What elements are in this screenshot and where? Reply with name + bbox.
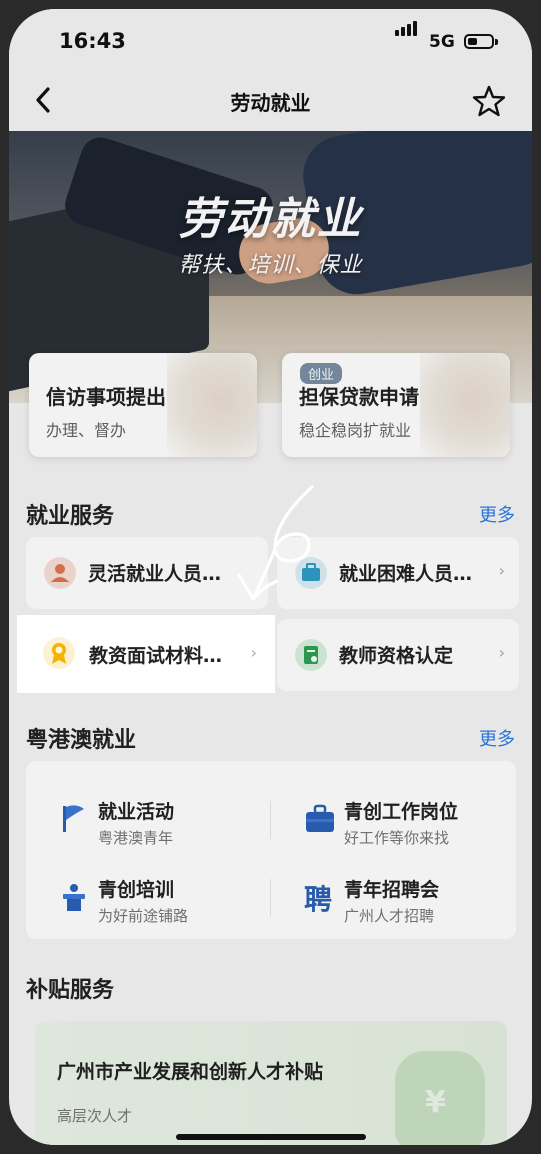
service-label: 教资面试材料… bbox=[89, 645, 223, 667]
phone-screen: 16:43 5G 劳动就业 劳动就业 帮扶、培训、保业 信访事项提出 办理、督办… bbox=[9, 9, 532, 1145]
hand-drawn-arrow-annotation bbox=[237, 485, 314, 601]
service-teacher-interview-materials[interactable]: 教资面试材料… › bbox=[17, 615, 275, 693]
home-indicator bbox=[176, 1134, 366, 1140]
device-frame: 16:43 5G 劳动就业 劳动就业 帮扶、培训、保业 信访事项提出 办理、督办… bbox=[0, 0, 541, 1154]
award-ribbon-icon bbox=[43, 637, 75, 669]
chevron-right-icon: › bbox=[250, 643, 257, 662]
